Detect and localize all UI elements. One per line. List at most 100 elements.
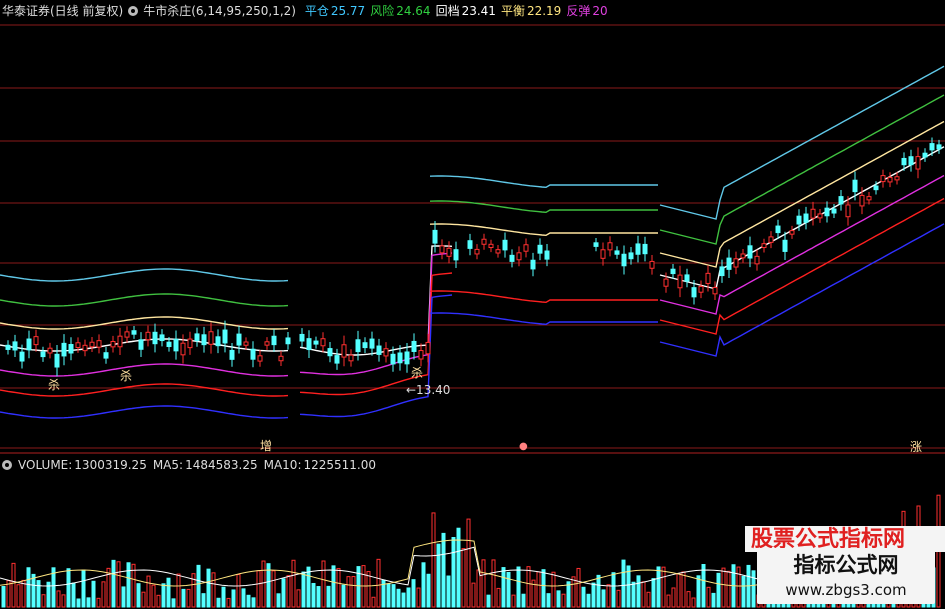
volume-bar	[221, 586, 226, 608]
candle-body	[670, 268, 676, 275]
volume-bar	[151, 584, 156, 608]
volume-bar	[371, 596, 376, 608]
volume-bar	[146, 575, 151, 608]
candle-body	[929, 143, 935, 151]
volume-bar	[296, 589, 301, 608]
volume-bar	[136, 583, 141, 608]
candle-body	[166, 341, 172, 348]
volume-bar	[216, 597, 221, 608]
volume-bar	[416, 587, 421, 608]
volume-bar	[711, 592, 716, 608]
candle-body	[754, 255, 760, 265]
band-red	[659, 197, 945, 335]
volume-bar	[471, 582, 476, 608]
candle-body	[474, 248, 480, 255]
candle-body	[502, 239, 508, 251]
volume-bar	[541, 569, 546, 608]
volume-bar	[41, 594, 46, 608]
volume-bar	[376, 558, 381, 608]
volume-bar	[581, 586, 586, 608]
volume-bar	[741, 575, 746, 608]
sell-label-1: 杀	[48, 378, 61, 392]
candle-body	[229, 349, 235, 360]
candle-body	[684, 274, 690, 282]
candle-body	[173, 338, 179, 352]
volume-bar	[481, 559, 486, 608]
volume-bar	[241, 588, 246, 608]
candle-body	[901, 157, 907, 166]
volume-bar	[566, 581, 571, 608]
volume-bar	[451, 537, 456, 608]
gear-icon[interactable]	[128, 6, 139, 16]
volume-bar	[86, 597, 91, 608]
candle-body	[761, 243, 767, 249]
candle-body	[271, 335, 277, 346]
candle-body	[481, 238, 487, 245]
candle-body	[432, 229, 438, 244]
candle-body	[922, 152, 928, 158]
candle-body	[488, 243, 494, 249]
candle-body	[180, 342, 186, 356]
band-blue	[429, 312, 658, 326]
candle-body	[341, 344, 347, 358]
candle-body	[894, 176, 900, 181]
volume-bar	[421, 562, 426, 608]
candle-body	[397, 352, 403, 364]
watermark-title: 指标公式网	[793, 553, 899, 577]
candle-body	[677, 274, 683, 289]
band-cream	[429, 223, 658, 237]
volume-bar	[81, 569, 86, 608]
candle-body	[47, 347, 53, 354]
candle-body	[152, 331, 158, 345]
volume-bar	[576, 567, 581, 608]
level-value-2: 23.41	[461, 4, 496, 18]
volume-bar	[546, 593, 551, 608]
candle-body	[19, 351, 25, 362]
sell-label-2: 杀	[120, 369, 133, 383]
volume-bar	[501, 567, 506, 608]
volume-bar	[331, 565, 336, 608]
candle-body	[530, 259, 536, 270]
volume-bar	[431, 512, 436, 608]
volume-bar	[641, 581, 646, 608]
candle-body	[852, 179, 858, 193]
volume-bar	[231, 589, 236, 608]
band-magenta	[659, 174, 945, 315]
candle-body	[96, 340, 102, 348]
candle-body	[12, 341, 18, 351]
candle-body	[719, 266, 725, 277]
level-value-0: 25.77	[330, 4, 366, 18]
candle-body	[915, 156, 921, 170]
candle-body	[390, 353, 396, 365]
candle-body	[824, 207, 830, 217]
ma10-value: 1225511.00	[303, 458, 377, 472]
candle-body	[362, 342, 368, 349]
level-label-0: 平仓	[304, 4, 329, 18]
volume-bar	[536, 571, 541, 608]
stock-chart[interactable]	[0, 0, 945, 609]
candle-body	[509, 254, 515, 262]
volume-bar	[236, 574, 241, 608]
volume-bar	[141, 591, 146, 608]
candle-body	[936, 144, 942, 150]
volume-bar	[391, 584, 396, 608]
gear-icon[interactable]	[2, 460, 12, 470]
level-value-4: 20	[592, 4, 608, 18]
volume-bar	[251, 597, 256, 608]
candle-body	[159, 334, 165, 342]
volume-bar	[101, 581, 106, 608]
indicator-levels: 平仓 25.77 风险 24.64 回档 23.41 平衡 22.19 反弹 20	[305, 4, 613, 18]
broker-title[interactable]: 华泰证券(日线 前复权)	[2, 4, 123, 18]
volume-bar	[556, 590, 561, 608]
candle-body	[82, 344, 88, 352]
candle-body	[775, 225, 781, 234]
candle-body	[89, 341, 95, 348]
candle-body	[26, 338, 32, 351]
candle-body	[698, 285, 704, 293]
indicator-name[interactable]: 牛市杀庄(6,14,95,250,1,2)	[143, 4, 296, 18]
candle-body	[124, 331, 130, 338]
volume-bar	[166, 577, 171, 608]
level-label-4: 反弹	[566, 4, 591, 18]
candle-body	[873, 185, 879, 191]
candle-body	[628, 252, 634, 260]
